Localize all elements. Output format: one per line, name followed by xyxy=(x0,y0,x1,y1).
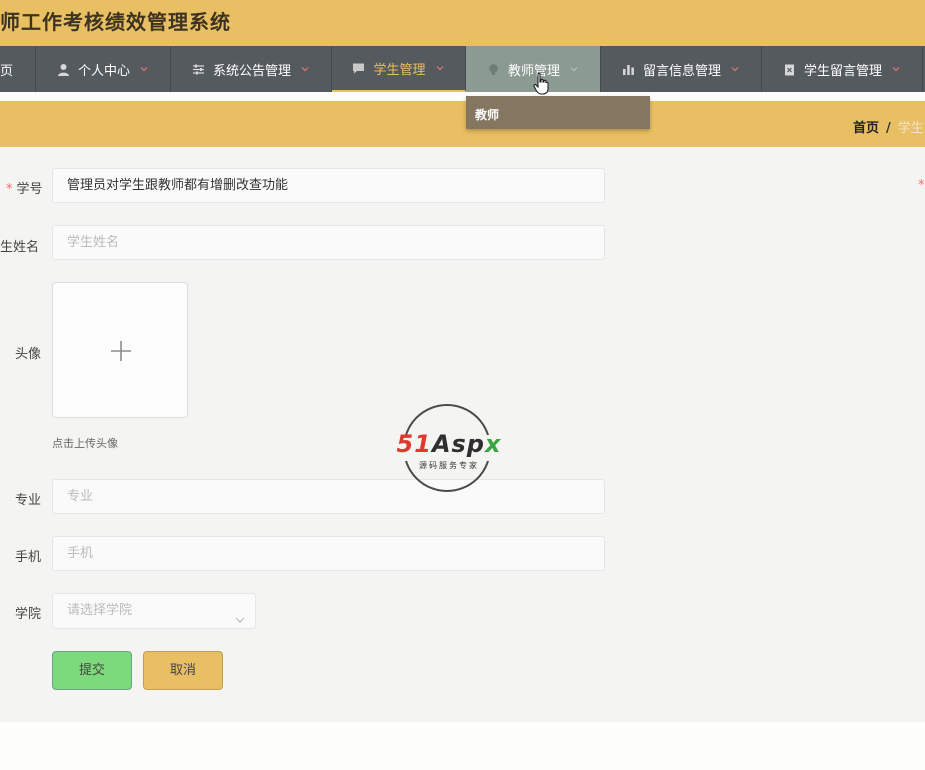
app-title: 师工作考核绩效管理系统 xyxy=(0,10,231,34)
nav-item-announcements[interactable]: 系统公告管理 xyxy=(171,46,332,92)
nav-item-label: 留言信息管理 xyxy=(642,63,721,79)
student-name-field[interactable]: 学生姓名 xyxy=(52,225,605,260)
sliders-icon xyxy=(192,63,205,76)
avatar-uploader[interactable] xyxy=(52,282,188,418)
top-nav: 页 个人中心 系统公告管理 学生管理 教师管理 留言信息管理 学生留言管理 xyxy=(0,46,925,92)
student-id-label: * 学号 xyxy=(6,182,43,197)
required-asterisk: * xyxy=(918,178,925,193)
chevron-down-icon xyxy=(435,63,445,73)
mouse-cursor-icon xyxy=(533,72,549,100)
nav-item-label: 页 xyxy=(0,63,14,79)
college-label: 学院 xyxy=(15,607,42,622)
chevron-down-icon xyxy=(891,64,901,74)
major-field[interactable]: 专业 xyxy=(52,479,605,514)
nav-item-home[interactable]: 页 xyxy=(0,46,36,92)
teachers-dropdown-menu: 教师 xyxy=(466,96,650,129)
chevron-down-icon xyxy=(730,64,740,74)
bulb-icon xyxy=(487,63,500,76)
nav-item-label: 系统公告管理 xyxy=(212,63,291,79)
nav-item-student-messages[interactable]: 学生留言管理 xyxy=(762,46,923,92)
cancel-button[interactable]: 取消 xyxy=(143,651,223,690)
app-header: 师工作考核绩效管理系统 xyxy=(0,0,925,46)
breadcrumb-current: 学生 xyxy=(897,121,924,136)
watermark-tagline: 源码服务专家 xyxy=(419,461,479,470)
phone-label: 手机 xyxy=(15,550,42,565)
nav-item-label: 个人中心 xyxy=(77,63,130,79)
chevron-down-icon xyxy=(569,64,579,74)
plus-icon xyxy=(109,339,133,367)
college-select[interactable]: 请选择学院 xyxy=(52,593,256,629)
user-icon xyxy=(57,63,70,76)
chevron-down-icon xyxy=(300,64,310,74)
clipboard-icon xyxy=(783,63,796,76)
chat-icon xyxy=(352,62,365,75)
nav-item-label: 学生管理 xyxy=(373,62,426,78)
breadcrumb-home[interactable]: 首页 xyxy=(853,121,879,136)
breadcrumb-bar: 首页 / 学生 xyxy=(0,101,925,147)
chevron-down-icon xyxy=(139,64,149,74)
nav-item-students[interactable]: 学生管理 xyxy=(332,46,466,92)
watermark-logo: 51Aspx 源码服务专家 xyxy=(386,402,512,494)
student-name-label: 生姓名 xyxy=(0,240,40,255)
chevron-down-icon xyxy=(234,606,246,623)
dropdown-item-teacher[interactable]: 教师 xyxy=(475,106,499,123)
breadcrumb: 首页 / 学生 xyxy=(853,117,924,136)
required-asterisk: * xyxy=(6,182,13,197)
avatar-upload-tip: 点击上传头像 xyxy=(52,437,118,450)
phone-field[interactable]: 手机 xyxy=(52,536,605,571)
nav-item-label: 学生留言管理 xyxy=(803,63,882,79)
nav-item-profile[interactable]: 个人中心 xyxy=(36,46,171,92)
student-id-field[interactable]: 管理员对学生跟教师都有增删改查功能 xyxy=(52,168,605,203)
bar-chart-icon xyxy=(622,63,635,76)
major-label: 专业 xyxy=(15,493,42,508)
breadcrumb-separator: / xyxy=(886,121,891,136)
college-select-placeholder: 请选择学院 xyxy=(67,603,133,618)
avatar-label: 头像 xyxy=(15,347,42,362)
submit-button[interactable]: 提交 xyxy=(52,651,132,690)
nav-item-messages[interactable]: 留言信息管理 xyxy=(601,46,762,92)
